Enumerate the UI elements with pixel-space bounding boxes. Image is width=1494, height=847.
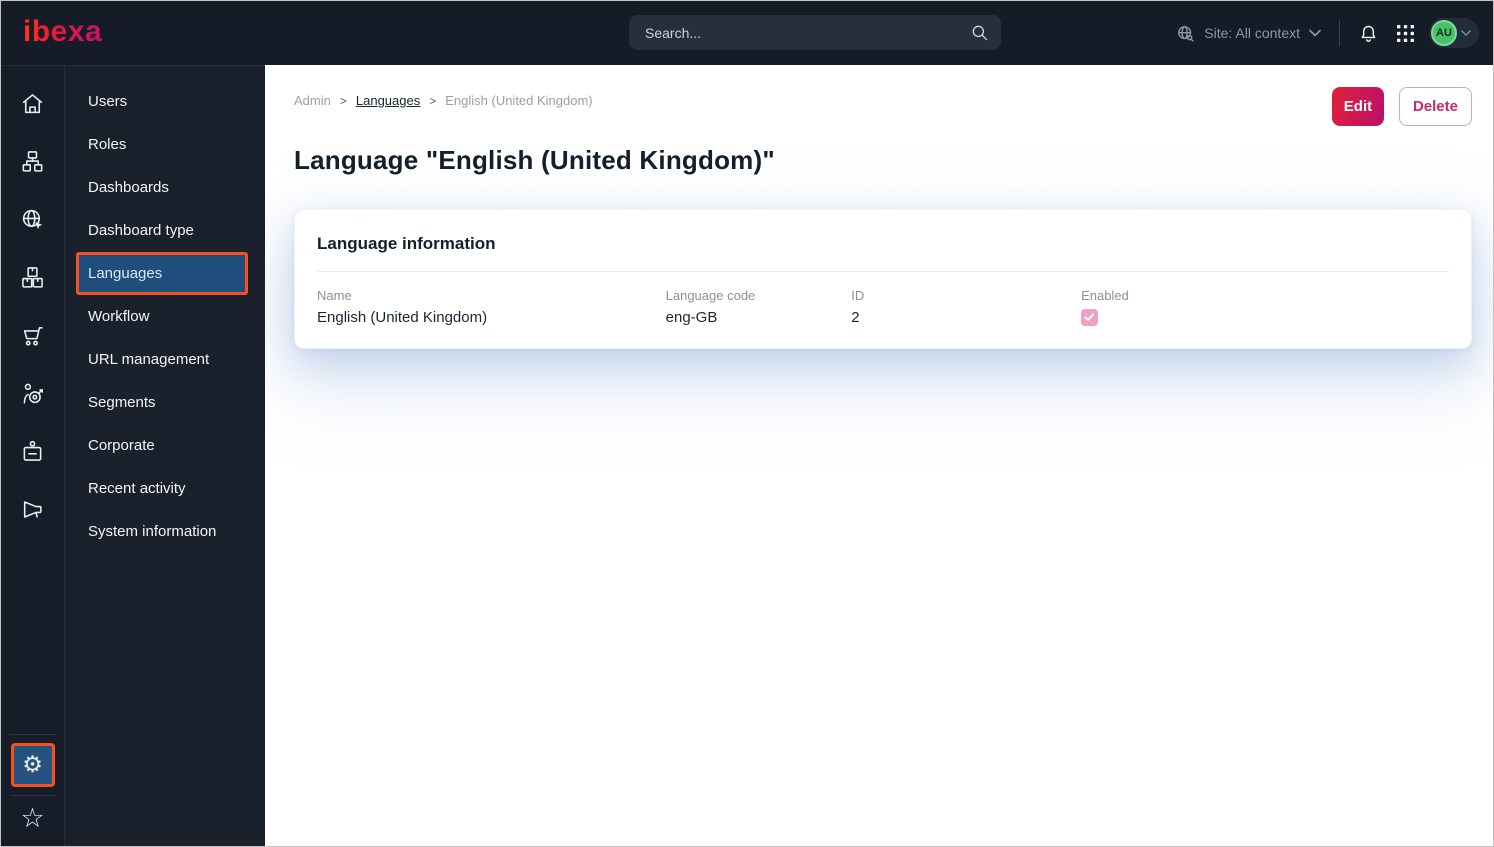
- rail-item-site[interactable]: [4, 190, 62, 248]
- bell-icon: [1361, 25, 1376, 42]
- ibexa-logo[interactable]: ibexa: [23, 15, 102, 49]
- rail-item-corporate[interactable]: [4, 422, 62, 480]
- cart-icon: [23, 326, 43, 346]
- topbar-right-cluster: Site: All context AU: [1176, 1, 1479, 65]
- field-grid: Name English (United Kingdom) Language c…: [317, 272, 1449, 326]
- sidebar-item-recent-activity[interactable]: Recent activity: [65, 467, 265, 510]
- header-actions: Edit Delete: [1331, 87, 1472, 126]
- field-enabled: Enabled: [1081, 288, 1449, 326]
- delete-button[interactable]: Delete: [1398, 87, 1472, 126]
- sidebar-item-corporate[interactable]: Corporate: [65, 424, 265, 467]
- home-icon: [22, 93, 43, 113]
- app-window: ibexa Site: All context: [0, 0, 1494, 847]
- search-icon[interactable]: [971, 24, 989, 42]
- breadcrumb-admin: Admin: [294, 93, 331, 108]
- card-title: Language information: [317, 234, 496, 253]
- sidebar-item-users[interactable]: Users: [65, 80, 265, 123]
- field-label: Language code: [665, 288, 756, 303]
- content-area: Admin > Languages > English (United King…: [265, 65, 1493, 846]
- site-globe-icon: [1178, 25, 1194, 42]
- star-icon: ☆: [20, 803, 45, 834]
- sidebar-item-segments[interactable]: Segments: [65, 381, 265, 424]
- grid-icon: [1397, 24, 1414, 42]
- field-label: Name: [317, 288, 352, 303]
- rail-item-settings-active[interactable]: ⚙: [10, 743, 55, 787]
- rail-bottom-cluster: ⚙ ☆: [8, 734, 57, 832]
- globe-cursor-icon: [22, 209, 43, 229]
- id-badge-icon: [23, 440, 42, 461]
- field-value: eng-GB: [665, 309, 718, 326]
- site-context-dropdown[interactable]: Site: All context: [1176, 24, 1321, 43]
- boxes-icon: [22, 266, 43, 288]
- page-title: Language "English (United Kingdom)": [294, 145, 775, 175]
- field-value: 2: [851, 309, 860, 326]
- rail-item-commerce[interactable]: [4, 306, 62, 364]
- sidebar-item-languages[interactable]: Languages: [76, 252, 248, 295]
- sidebar-item-roles[interactable]: Roles: [65, 123, 265, 166]
- avatar[interactable]: AU: [1431, 20, 1457, 46]
- breadcrumb-separator: >: [429, 93, 437, 108]
- language-information-card: Language information Name English (Unite…: [294, 209, 1472, 349]
- field-language-code: Language code eng-GB: [666, 288, 852, 326]
- content-tree-icon: [22, 150, 43, 172]
- content-header: Admin > Languages > English (United King…: [294, 87, 1472, 126]
- rail-divider: [10, 795, 55, 796]
- rail-item-products[interactable]: [4, 248, 62, 306]
- top-bar: ibexa Site: All context: [1, 1, 1493, 65]
- sidebar-item-workflow[interactable]: Workflow: [65, 295, 265, 338]
- sidebar-item-dashboards[interactable]: Dashboards: [65, 166, 265, 209]
- edit-button[interactable]: Edit: [1331, 87, 1384, 126]
- notifications-button[interactable]: [1358, 23, 1379, 44]
- person-target-icon: [23, 383, 43, 403]
- app-switcher-button[interactable]: [1396, 24, 1415, 43]
- check-icon: [1084, 313, 1095, 321]
- field-name: Name English (United Kingdom): [317, 288, 666, 326]
- admin-sidebar: Users Roles Dashboards Dashboard type La…: [65, 65, 265, 846]
- rail-item-home[interactable]: [4, 74, 62, 132]
- gear-icon: ⚙: [22, 751, 43, 778]
- breadcrumb-separator: >: [339, 93, 347, 108]
- global-search[interactable]: [629, 15, 1001, 50]
- enabled-checkbox: [1081, 309, 1099, 326]
- rail-divider: [8, 734, 57, 735]
- sidebar-item-url-management[interactable]: URL management: [65, 338, 265, 381]
- rail-item-bookmarks[interactable]: ☆: [20, 805, 44, 832]
- site-context-label: Site: All context: [1204, 25, 1300, 41]
- rail-item-personalization[interactable]: [4, 364, 62, 422]
- rail-item-content-structure[interactable]: [4, 132, 62, 190]
- field-label: ID: [851, 288, 865, 303]
- field-value: English (United Kingdom): [317, 309, 488, 326]
- chevron-down-icon: [1461, 30, 1471, 36]
- breadcrumb: Admin > Languages > English (United King…: [294, 93, 593, 108]
- topbar-divider: [1339, 20, 1340, 46]
- chevron-down-icon: [1309, 29, 1321, 37]
- field-label: Enabled: [1081, 288, 1129, 303]
- megaphone-icon: [23, 500, 42, 518]
- sidebar-item-dashboard-type[interactable]: Dashboard type: [65, 209, 265, 252]
- sidebar-item-system-information[interactable]: System information: [65, 510, 265, 553]
- breadcrumb-languages-link[interactable]: Languages: [356, 93, 420, 108]
- rail-item-marketing[interactable]: [4, 480, 62, 538]
- search-input[interactable]: [645, 24, 971, 41]
- breadcrumb-current: English (United Kingdom): [445, 93, 593, 108]
- field-id: ID 2: [851, 288, 1081, 326]
- icon-rail: ⚙ ☆: [1, 65, 65, 846]
- user-menu[interactable]: AU: [1429, 18, 1479, 48]
